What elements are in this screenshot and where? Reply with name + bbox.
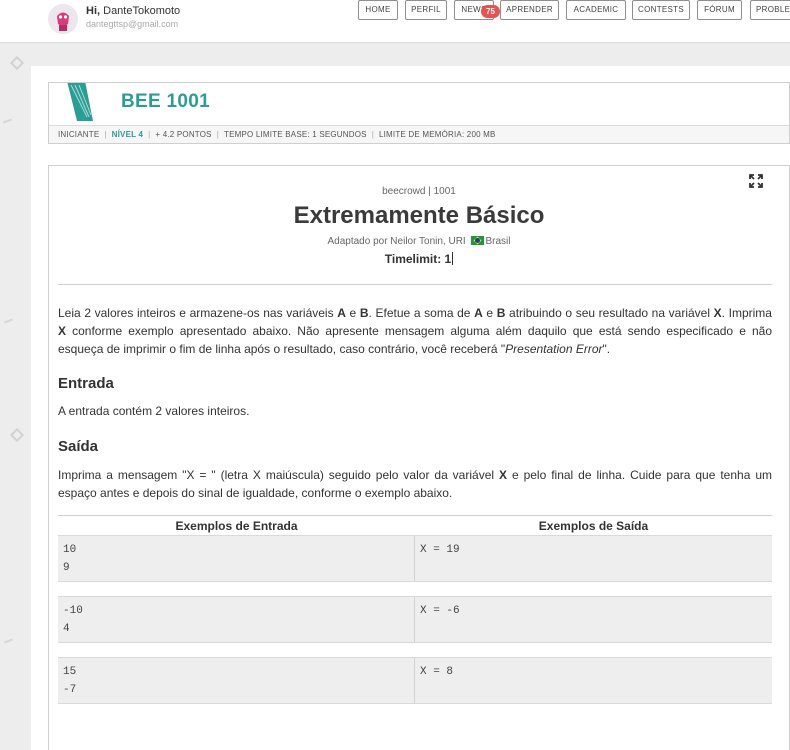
timelimit-text: Timelimit: 1 (384, 252, 452, 266)
problem-author: Adaptado por Neilor Tonin, URI Brasil (49, 236, 789, 247)
nav-aprender[interactable]: APRENDER (500, 0, 559, 20)
example-input: 10 9 (58, 536, 415, 581)
description-text: Leia 2 valores inteiros e armazene-os na… (58, 306, 338, 320)
problem-header: BEE 1001 INICIANTE | NÍVEL 4 | + 4.2 PONTOS |… (48, 82, 790, 144)
example-input: -10 4 (58, 597, 415, 642)
time-limit-label: TEMPO LIMITE BASE: 1 SEGUNDOS (223, 130, 367, 139)
nav-home[interactable]: HOME (358, 0, 398, 20)
avatar[interactable] (48, 4, 78, 34)
nav-academic[interactable]: ACADEMIC (566, 0, 626, 20)
example-output: X = -6 (420, 605, 460, 617)
text-cursor (452, 252, 454, 265)
separator: | (148, 130, 151, 139)
divider (58, 284, 772, 285)
description-text: . Imprima (721, 306, 772, 320)
example-row: 15 -7 X = 8 (58, 657, 772, 704)
input-examples-header: Exemplos de Entrada (175, 519, 298, 533)
separator: | (104, 130, 107, 139)
timelimit-label: Timelimit: 1 (49, 252, 789, 266)
input-description: A entrada contém 2 valores inteiros. (58, 404, 250, 418)
description-text: conforme exemplo apresentado abaixo. Não… (58, 324, 772, 356)
output-examples-header: Exemplos de Saída (538, 519, 649, 533)
greeting: Hi, DanteTokomoto (86, 5, 180, 17)
brazil-flag-icon (470, 236, 484, 245)
main-content: BEE 1001 INICIANTE | NÍVEL 4 | + 4.2 PONTOS |… (31, 66, 790, 750)
problem-title: Extremamente Básico (293, 202, 545, 229)
news-badge: 75 (481, 5, 500, 18)
output-text: Imprima a mensagem "X = " (letra X maiús… (58, 468, 499, 482)
variable-b: B (359, 306, 369, 320)
background-dash-decoration (3, 638, 14, 644)
problem-source: beecrowd | 1001 (382, 186, 456, 197)
separator: | (216, 130, 219, 139)
number-one-illustration-icon (67, 83, 93, 121)
top-header: Hi, DanteTokomoto dantegttsp@gmail.com H… (0, 0, 790, 43)
author-text: Adaptado por Neilor Tonin, URI (327, 236, 466, 247)
nav-contests[interactable]: CONTESTS (632, 0, 690, 20)
level-label: NÍVEL 4 (111, 130, 144, 139)
greeting-prefix: Hi, (86, 5, 101, 17)
category-label[interactable]: INICIANTE (58, 130, 99, 139)
background-diamond-decoration (9, 427, 25, 443)
example-row: -10 4 X = -6 (58, 596, 772, 643)
output-section-title: Saída (58, 438, 99, 455)
problem-description: Leia 2 valores inteiros e armazene-os na… (58, 304, 772, 358)
problem-code: BEE 1001 (121, 91, 211, 112)
input-section-title: Entrada (58, 375, 114, 392)
problem-meta-bar: INICIANTE | NÍVEL 4 | + 4.2 PONTOS | TEMPO LIM… (49, 125, 789, 143)
example-output: X = 19 (420, 544, 460, 556)
separator: | (371, 130, 374, 139)
description-text: atribuindo o seu resultado na variável (505, 306, 714, 320)
problem-statement: beecrowd | 1001 Extremamente Básico Adap… (48, 165, 790, 750)
variable-a: A (474, 306, 483, 320)
examples-header: Exemplos de Entrada Exemplos de Saída (58, 515, 772, 535)
description-text: ". (602, 342, 611, 356)
variable-x: X (713, 306, 722, 320)
presentation-error-term: Presentation Error (505, 342, 603, 356)
memory-limit-label: LIMITE DE MEMÓRIA: 200 MB (378, 130, 496, 139)
description-text: e (482, 306, 497, 320)
nav-problems[interactable]: PROBLE (750, 0, 790, 20)
background-diamond-decoration (9, 55, 25, 71)
background-dash-decoration (2, 118, 13, 124)
example-input: 15 -7 (58, 658, 415, 703)
variable-x: X (58, 324, 67, 338)
user-email: dantegttsp@gmail.com (86, 19, 179, 29)
variable-a: A (337, 306, 346, 320)
username[interactable]: DanteTokomoto (103, 5, 180, 17)
examples-table: Exemplos de Entrada Exemplos de Saída 10… (58, 515, 772, 718)
example-output: X = 8 (420, 666, 454, 678)
example-row: 10 9 X = 19 (58, 535, 772, 582)
description-text: e (345, 306, 360, 320)
description-text: . Efetue a soma de (368, 306, 475, 320)
background-dash-decoration (3, 318, 14, 324)
variable-x: X (498, 468, 507, 482)
author-country: Brasil (485, 236, 511, 247)
points-label: + 4.2 PONTOS (155, 130, 212, 139)
nav-perfil[interactable]: PERFIL (405, 0, 447, 20)
output-description: Imprima a mensagem "X = " (letra X maiús… (58, 466, 772, 502)
nav-forum[interactable]: FÓRUM (697, 0, 742, 20)
